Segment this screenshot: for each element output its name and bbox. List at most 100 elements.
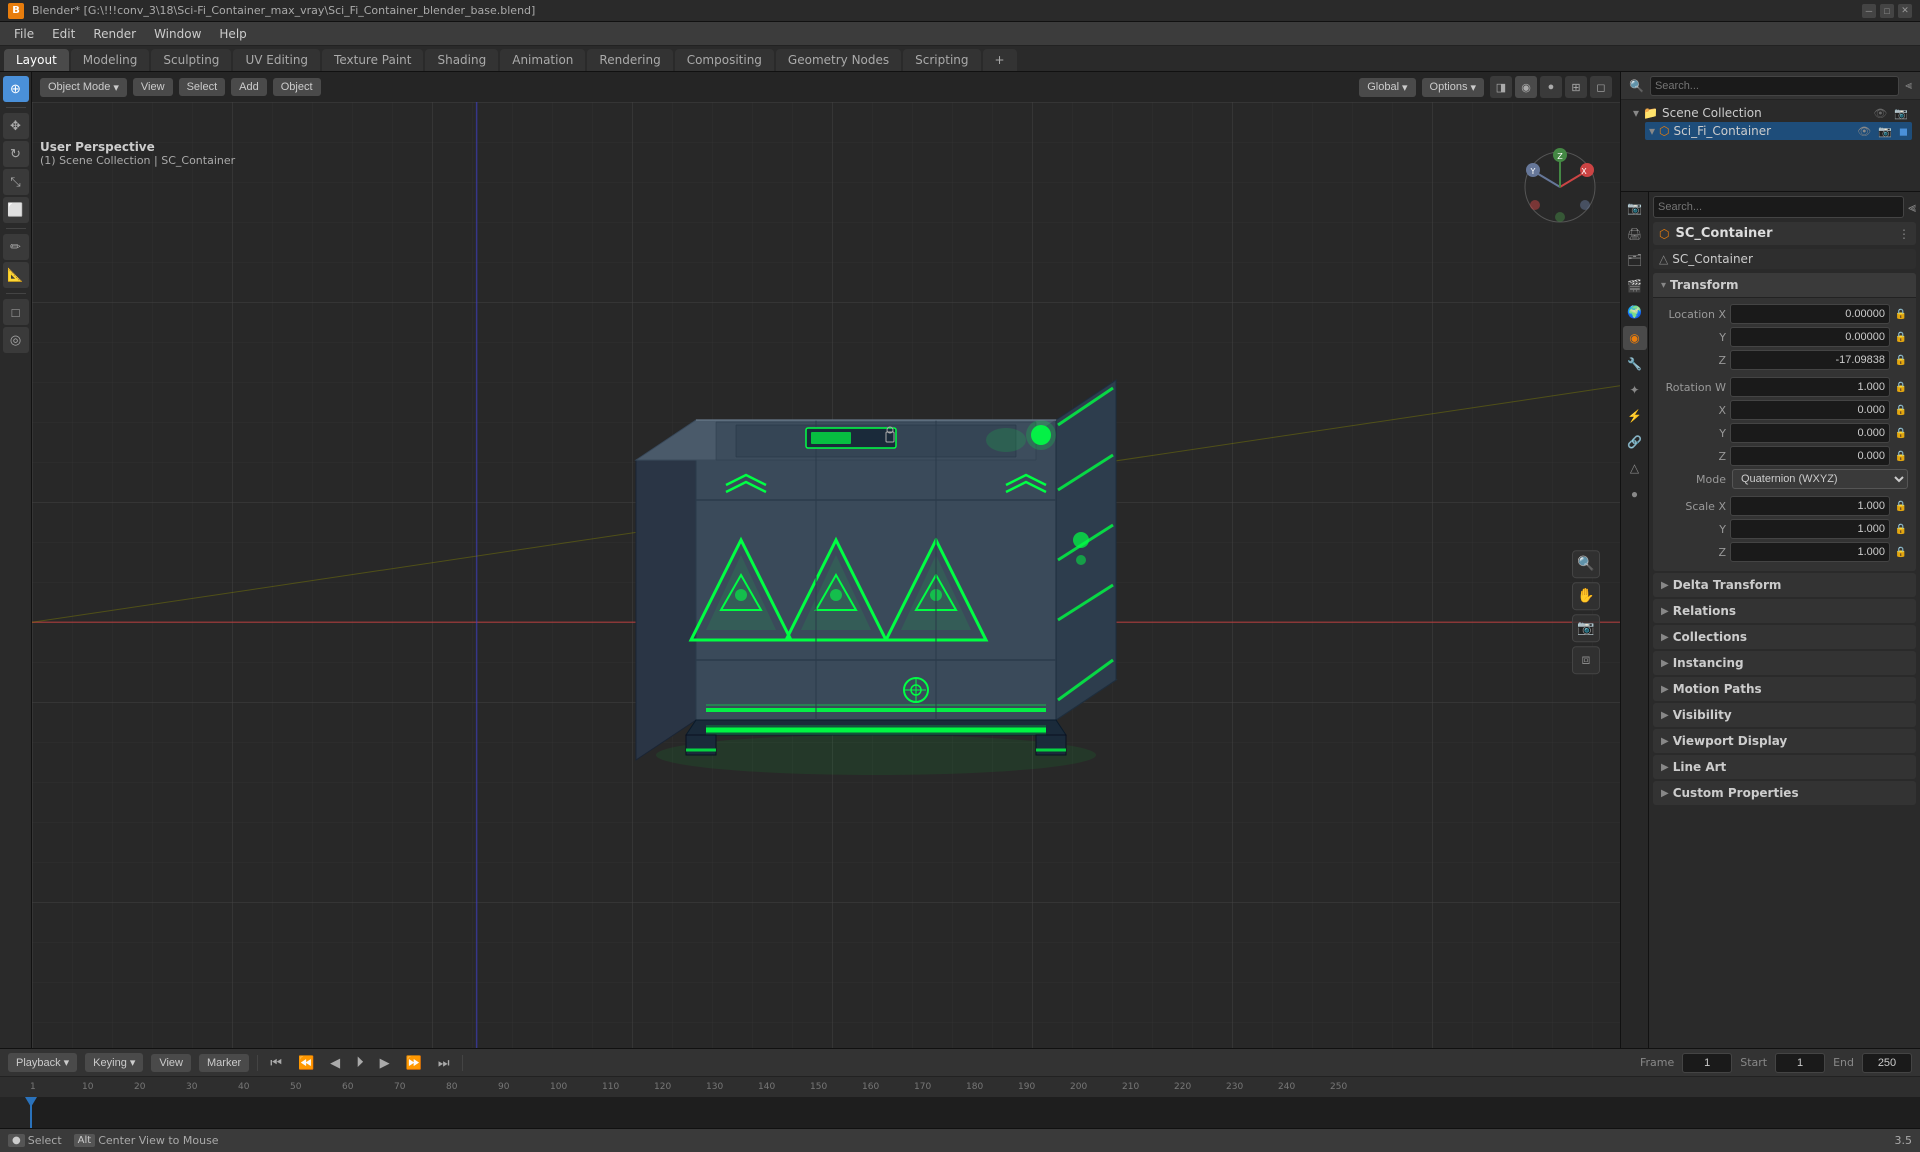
- object-camera-icon[interactable]: 📷: [1878, 125, 1892, 138]
- delta-transform-header[interactable]: ▶ Delta Transform: [1653, 573, 1916, 597]
- keying-menu[interactable]: Keying▾: [85, 1053, 143, 1072]
- tool-scale[interactable]: ⤡: [3, 169, 29, 195]
- props-render-tab[interactable]: 📷: [1623, 196, 1647, 220]
- tool-measure[interactable]: 📐: [3, 262, 29, 288]
- viewport-shading-rendered[interactable]: ●: [1540, 76, 1562, 98]
- timeline-ruler[interactable]: 1 10 20 30 40 50 60 70 80 90 100 110 120…: [0, 1077, 1920, 1128]
- timeline-next-keyframe[interactable]: ▶: [376, 1053, 394, 1073]
- tool-move[interactable]: ✥: [3, 113, 29, 139]
- camera-icon[interactable]: 📷: [1894, 107, 1908, 120]
- viewport-shading-material[interactable]: ◉: [1515, 76, 1537, 98]
- props-material-tab[interactable]: ●: [1623, 482, 1647, 506]
- motion-paths-header[interactable]: ▶ Motion Paths: [1653, 677, 1916, 701]
- location-y-input[interactable]: [1730, 327, 1890, 347]
- viewport-shading-solid[interactable]: ◨: [1490, 76, 1512, 98]
- minimize-button[interactable]: ─: [1862, 4, 1876, 18]
- timeline-view-menu[interactable]: View: [151, 1054, 191, 1072]
- rotation-z-lock[interactable]: 🔒: [1894, 451, 1908, 462]
- maximize-button[interactable]: □: [1880, 4, 1894, 18]
- props-data-tab[interactable]: △: [1623, 456, 1647, 480]
- tool-transform[interactable]: ⬜: [3, 197, 29, 223]
- tab-rendering[interactable]: Rendering: [587, 49, 672, 71]
- viewport-zoom-in[interactable]: 🔍: [1572, 550, 1600, 578]
- props-output-tab[interactable]: 🖨: [1623, 222, 1647, 246]
- transform-section-header[interactable]: ▾ Transform: [1653, 273, 1916, 298]
- line-art-header[interactable]: ▶ Line Art: [1653, 755, 1916, 779]
- rotation-w-input[interactable]: [1730, 377, 1890, 397]
- rotation-y-lock[interactable]: 🔒: [1894, 428, 1908, 439]
- rotation-x-input[interactable]: [1730, 400, 1890, 420]
- tool-rotate[interactable]: ↻: [3, 141, 29, 167]
- tab-scripting[interactable]: Scripting: [903, 49, 980, 71]
- timeline-next-frame[interactable]: ⏩: [402, 1053, 426, 1073]
- tool-add-cube[interactable]: □: [3, 299, 29, 325]
- timeline-prev-keyframe[interactable]: ◀: [326, 1053, 344, 1073]
- tab-compositing[interactable]: Compositing: [675, 49, 774, 71]
- object-data-name[interactable]: SC_Container: [1672, 252, 1753, 266]
- menu-window[interactable]: Window: [146, 25, 209, 43]
- props-particle-tab[interactable]: ✦: [1623, 378, 1647, 402]
- custom-properties-header[interactable]: ▶ Custom Properties: [1653, 781, 1916, 805]
- instancing-header[interactable]: ▶ Instancing: [1653, 651, 1916, 675]
- location-y-lock[interactable]: 🔒: [1894, 332, 1908, 343]
- tab-texture-paint[interactable]: Texture Paint: [322, 49, 423, 71]
- props-physics-tab[interactable]: ⚡: [1623, 404, 1647, 428]
- tool-cursor[interactable]: ⊕: [3, 76, 29, 102]
- props-constraint-tab[interactable]: 🔗: [1623, 430, 1647, 454]
- scale-y-lock[interactable]: 🔒: [1894, 524, 1908, 535]
- tab-modeling[interactable]: Modeling: [71, 49, 150, 71]
- scale-y-input[interactable]: [1730, 519, 1890, 539]
- tab-uv-editing[interactable]: UV Editing: [233, 49, 320, 71]
- outliner-item-scene-collection[interactable]: ▾ 📁 Scene Collection 👁 📷: [1629, 104, 1912, 122]
- playback-menu[interactable]: Playback▾: [8, 1053, 77, 1072]
- rotation-x-lock[interactable]: 🔒: [1894, 405, 1908, 416]
- current-frame-input[interactable]: [1682, 1053, 1732, 1073]
- props-world-tab[interactable]: 🌍: [1623, 300, 1647, 324]
- location-x-lock[interactable]: 🔒: [1894, 309, 1908, 320]
- timeline-play[interactable]: ⏵: [352, 1052, 368, 1073]
- props-object-tab[interactable]: ◉: [1623, 326, 1647, 350]
- close-button[interactable]: ✕: [1898, 4, 1912, 18]
- menu-file[interactable]: File: [6, 25, 42, 43]
- viewport-3d[interactable]: User Perspective (1) Scene Collection | …: [32, 102, 1620, 1048]
- window-controls[interactable]: ─ □ ✕: [1862, 4, 1912, 18]
- end-frame-input[interactable]: [1862, 1053, 1912, 1073]
- viewport-pan[interactable]: ✋: [1572, 582, 1600, 610]
- location-z-lock[interactable]: 🔒: [1894, 355, 1908, 366]
- tool-origin[interactable]: ◎: [3, 327, 29, 353]
- add-menu[interactable]: Add: [231, 78, 267, 96]
- rotation-y-input[interactable]: [1730, 423, 1890, 443]
- marker-menu[interactable]: Marker: [199, 1054, 249, 1072]
- location-z-input[interactable]: [1730, 350, 1890, 370]
- object-options-btn[interactable]: ⋮: [1898, 227, 1910, 241]
- outliner-search-input[interactable]: [1650, 76, 1899, 96]
- menu-render[interactable]: Render: [85, 25, 144, 43]
- props-modifier-tab[interactable]: 🔧: [1623, 352, 1647, 376]
- viewport-camera[interactable]: 📷: [1572, 614, 1600, 642]
- options-btn[interactable]: Options▾: [1422, 78, 1484, 97]
- object-mode-dropdown[interactable]: Object Mode ▾: [40, 78, 127, 97]
- timeline-jump-start[interactable]: ⏮: [266, 1053, 286, 1073]
- menu-edit[interactable]: Edit: [44, 25, 83, 43]
- viewport-xray-toggle[interactable]: ◻: [1590, 76, 1612, 98]
- visibility-header[interactable]: ▶ Visibility: [1653, 703, 1916, 727]
- view-menu[interactable]: View: [133, 78, 173, 96]
- collections-header[interactable]: ▶ Collections: [1653, 625, 1916, 649]
- object-name[interactable]: SC_Container: [1675, 226, 1772, 241]
- tab-layout[interactable]: Layout: [4, 49, 69, 71]
- tab-animation[interactable]: Animation: [500, 49, 585, 71]
- props-view-layer-tab[interactable]: 🗂: [1623, 248, 1647, 272]
- props-scene-tab[interactable]: 🎬: [1623, 274, 1647, 298]
- eye-icon[interactable]: 👁: [1873, 107, 1887, 120]
- select-menu[interactable]: Select: [179, 78, 226, 96]
- scale-x-lock[interactable]: 🔒: [1894, 501, 1908, 512]
- object-eye-icon[interactable]: 👁: [1857, 125, 1871, 138]
- tool-annotate[interactable]: ✏: [3, 234, 29, 260]
- location-x-input[interactable]: [1730, 304, 1890, 324]
- timeline-track-area[interactable]: [30, 1097, 1920, 1128]
- relations-header[interactable]: ▶ Relations: [1653, 599, 1916, 623]
- start-frame-input[interactable]: [1775, 1053, 1825, 1073]
- menu-help[interactable]: Help: [211, 25, 254, 43]
- timeline-prev-frame[interactable]: ⏪: [294, 1053, 318, 1073]
- object-filter-icon[interactable]: ◼: [1899, 125, 1908, 138]
